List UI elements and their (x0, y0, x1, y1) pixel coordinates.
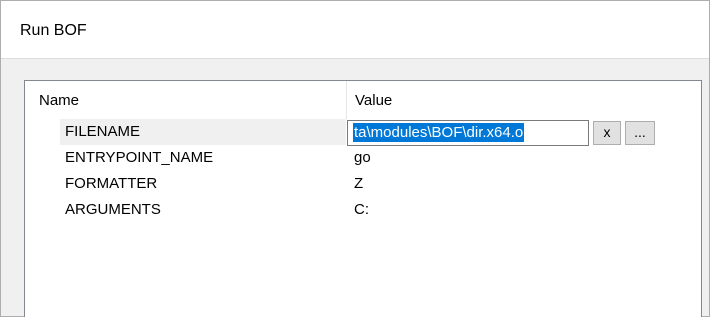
grid-row-entrypoint[interactable]: ENTRYPOINT_NAME go (25, 145, 701, 171)
column-header-value[interactable]: Value (355, 92, 392, 109)
property-name: ARGUMENTS (65, 201, 161, 218)
column-divider[interactable] (346, 81, 347, 119)
grid-row-arguments[interactable]: ARGUMENTS C: (25, 197, 701, 223)
browse-button[interactable]: ... (625, 121, 655, 145)
filename-value-input[interactable]: ta\modules\BOF\dir.x64.o (347, 120, 589, 146)
column-header-name[interactable]: Name (39, 92, 79, 109)
property-value[interactable]: go (354, 149, 371, 166)
property-value[interactable]: C: (354, 201, 369, 218)
dialog-header: Run BOF (1, 1, 709, 59)
filename-selected-text[interactable]: ta\modules\BOF\dir.x64.o (353, 123, 525, 142)
property-name: FORMATTER (65, 175, 158, 192)
grid-row-formatter[interactable]: FORMATTER Z (25, 171, 701, 197)
property-name: ENTRYPOINT_NAME (65, 149, 214, 166)
property-grid: Name Value FILENAME ta\modules\BOF\dir.x… (24, 80, 702, 317)
dialog-title: Run BOF (20, 22, 87, 39)
property-name: FILENAME (65, 123, 141, 140)
clear-button[interactable]: x (593, 121, 621, 145)
property-value[interactable]: Z (354, 175, 363, 192)
